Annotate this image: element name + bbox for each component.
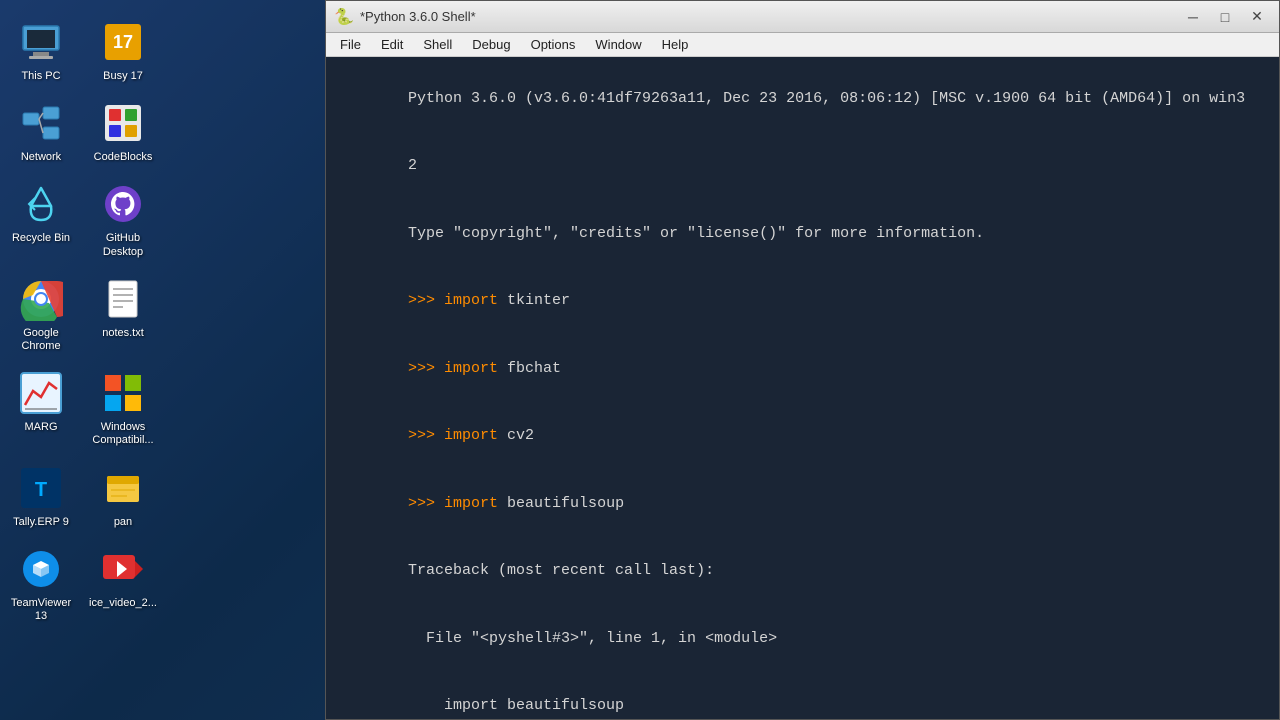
pan-label: pan [114, 516, 132, 529]
desktop-icon-tally[interactable]: T Tally.ERP 9 [0, 456, 82, 537]
module-1: tkinter [498, 292, 570, 309]
version-line1: Python 3.6.0 (v3.6.0:41df79263a11, Dec 2… [336, 65, 1269, 133]
chrome-icon [17, 275, 65, 323]
tally-label: Tally.ERP 9 [13, 516, 69, 529]
compat-icon [99, 369, 147, 417]
keyword-3: import [444, 427, 498, 444]
minimize-button[interactable]: ─ [1179, 6, 1207, 28]
github-icon [99, 180, 147, 228]
icon-row-2: Recycle Bin GitHub Desktop [0, 172, 165, 266]
desktop-icon-chrome[interactable]: Google Chrome [0, 267, 82, 361]
cmd-import-cv2: >>> import cv2 [336, 403, 1269, 471]
keyword-1: import [444, 292, 498, 309]
cmd-import-bs: >>> import beautifulsoup [336, 470, 1269, 538]
ice-video-icon [99, 545, 147, 593]
python-shell-window: 🐍 *Python 3.6.0 Shell* ─ □ ✕ File Edit S… [325, 0, 1280, 720]
desktop-icon-compat[interactable]: Windows Compatibil... [82, 361, 164, 455]
codeblocks-icon [99, 99, 147, 147]
codeblocks-label: CodeBlocks [94, 151, 153, 164]
desktop-icon-notes[interactable]: notes.txt [82, 267, 164, 361]
notes-label: notes.txt [102, 327, 144, 340]
prompt-4: >>> [408, 495, 444, 512]
ice-video-label: ice_video_2... [89, 597, 157, 610]
traceback-header: Traceback (most recent call last): [336, 538, 1269, 606]
module-4: beautifulsoup [498, 495, 624, 512]
teamviewer-label: TeamViewer 13 [4, 597, 78, 623]
window-title: *Python 3.6.0 Shell* [360, 9, 1179, 24]
traceback-file: File "<pyshell#3>", line 1, in <module> [336, 605, 1269, 673]
desktop-icon-marg[interactable]: MARG [0, 361, 82, 455]
this-pc-icon [17, 18, 65, 66]
desktop-icons: This PC 17 Busy 17 [0, 10, 165, 631]
svg-text:T: T [35, 479, 47, 501]
network-label: Network [21, 151, 61, 164]
window-titlebar: 🐍 *Python 3.6.0 Shell* ─ □ ✕ [326, 1, 1279, 33]
prompt-2: >>> [408, 360, 444, 377]
desktop-icon-network[interactable]: Network [0, 91, 82, 172]
svg-text:17: 17 [113, 32, 133, 52]
desktop-icon-recycle[interactable]: Recycle Bin [0, 172, 82, 266]
github-label: GitHub Desktop [86, 232, 160, 258]
version-line2: 2 [336, 133, 1269, 201]
window-menubar: File Edit Shell Debug Options Window Hel… [326, 33, 1279, 57]
prompt-3: >>> [408, 427, 444, 444]
busy17-label: Busy 17 [103, 70, 143, 83]
menu-edit[interactable]: Edit [371, 35, 413, 54]
code-text: import beautifulsoup [408, 697, 624, 714]
pan-icon [99, 464, 147, 512]
cmd-import-tkinter: >>> import tkinter [336, 268, 1269, 336]
menu-shell[interactable]: Shell [413, 35, 462, 54]
network-icon [17, 99, 65, 147]
icon-row-3: Google Chrome notes.txt [0, 267, 165, 361]
notes-icon [99, 275, 147, 323]
traceback-code: import beautifulsoup [336, 673, 1269, 720]
keyword-4: import [444, 495, 498, 512]
desktop-icon-pan[interactable]: pan [82, 456, 164, 537]
module-2: fbchat [498, 360, 561, 377]
maximize-button[interactable]: □ [1211, 6, 1239, 28]
shell-content[interactable]: Python 3.6.0 (v3.6.0:41df79263a11, Dec 2… [326, 57, 1279, 719]
desktop-icon-github[interactable]: GitHub Desktop [82, 172, 164, 266]
menu-options[interactable]: Options [521, 35, 586, 54]
menu-window[interactable]: Window [585, 35, 651, 54]
prompt-1: >>> [408, 292, 444, 309]
compat-label: Windows Compatibil... [86, 421, 160, 447]
info-line: Type "copyright", "credits" or "license(… [336, 200, 1269, 268]
python-icon: 🐍 [334, 7, 354, 27]
menu-debug[interactable]: Debug [462, 35, 520, 54]
marg-label: MARG [25, 421, 58, 434]
recycle-icon [17, 180, 65, 228]
icon-row-4: MARG Windows Compatibil... [0, 361, 165, 455]
chrome-label: Google Chrome [4, 327, 78, 353]
module-3: cv2 [498, 427, 534, 444]
cmd-import-fbchat: >>> import fbchat [336, 335, 1269, 403]
traceback-text: Traceback (most recent call last): [408, 562, 714, 579]
desktop-icon-this-pc[interactable]: This PC [0, 10, 82, 91]
icon-row-1: Network CodeBlocks [0, 91, 165, 172]
close-button[interactable]: ✕ [1243, 6, 1271, 28]
this-pc-label: This PC [21, 70, 60, 83]
window-controls: ─ □ ✕ [1179, 6, 1271, 28]
icon-row-5: T Tally.ERP 9 pan [0, 456, 165, 537]
menu-file[interactable]: File [330, 35, 371, 54]
desktop-icon-codeblocks[interactable]: CodeBlocks [82, 91, 164, 172]
menu-help[interactable]: Help [652, 35, 699, 54]
keyword-2: import [444, 360, 498, 377]
icon-row-0: This PC 17 Busy 17 [0, 10, 165, 91]
icon-row-6: TeamViewer 13 ice_video_2... [0, 537, 165, 631]
desktop-icon-teamviewer[interactable]: TeamViewer 13 [0, 537, 82, 631]
tally-icon: T [17, 464, 65, 512]
file-text: File "<pyshell#3>", line 1, in <module> [408, 630, 777, 647]
marg-icon [17, 369, 65, 417]
teamviewer-icon [17, 545, 65, 593]
desktop-icon-ice-video[interactable]: ice_video_2... [82, 537, 164, 631]
busy17-icon: 17 [99, 18, 147, 66]
desktop-icon-busy17[interactable]: 17 Busy 17 [82, 10, 164, 91]
desktop: This PC 17 Busy 17 [0, 0, 1280, 720]
recycle-label: Recycle Bin [12, 232, 70, 245]
